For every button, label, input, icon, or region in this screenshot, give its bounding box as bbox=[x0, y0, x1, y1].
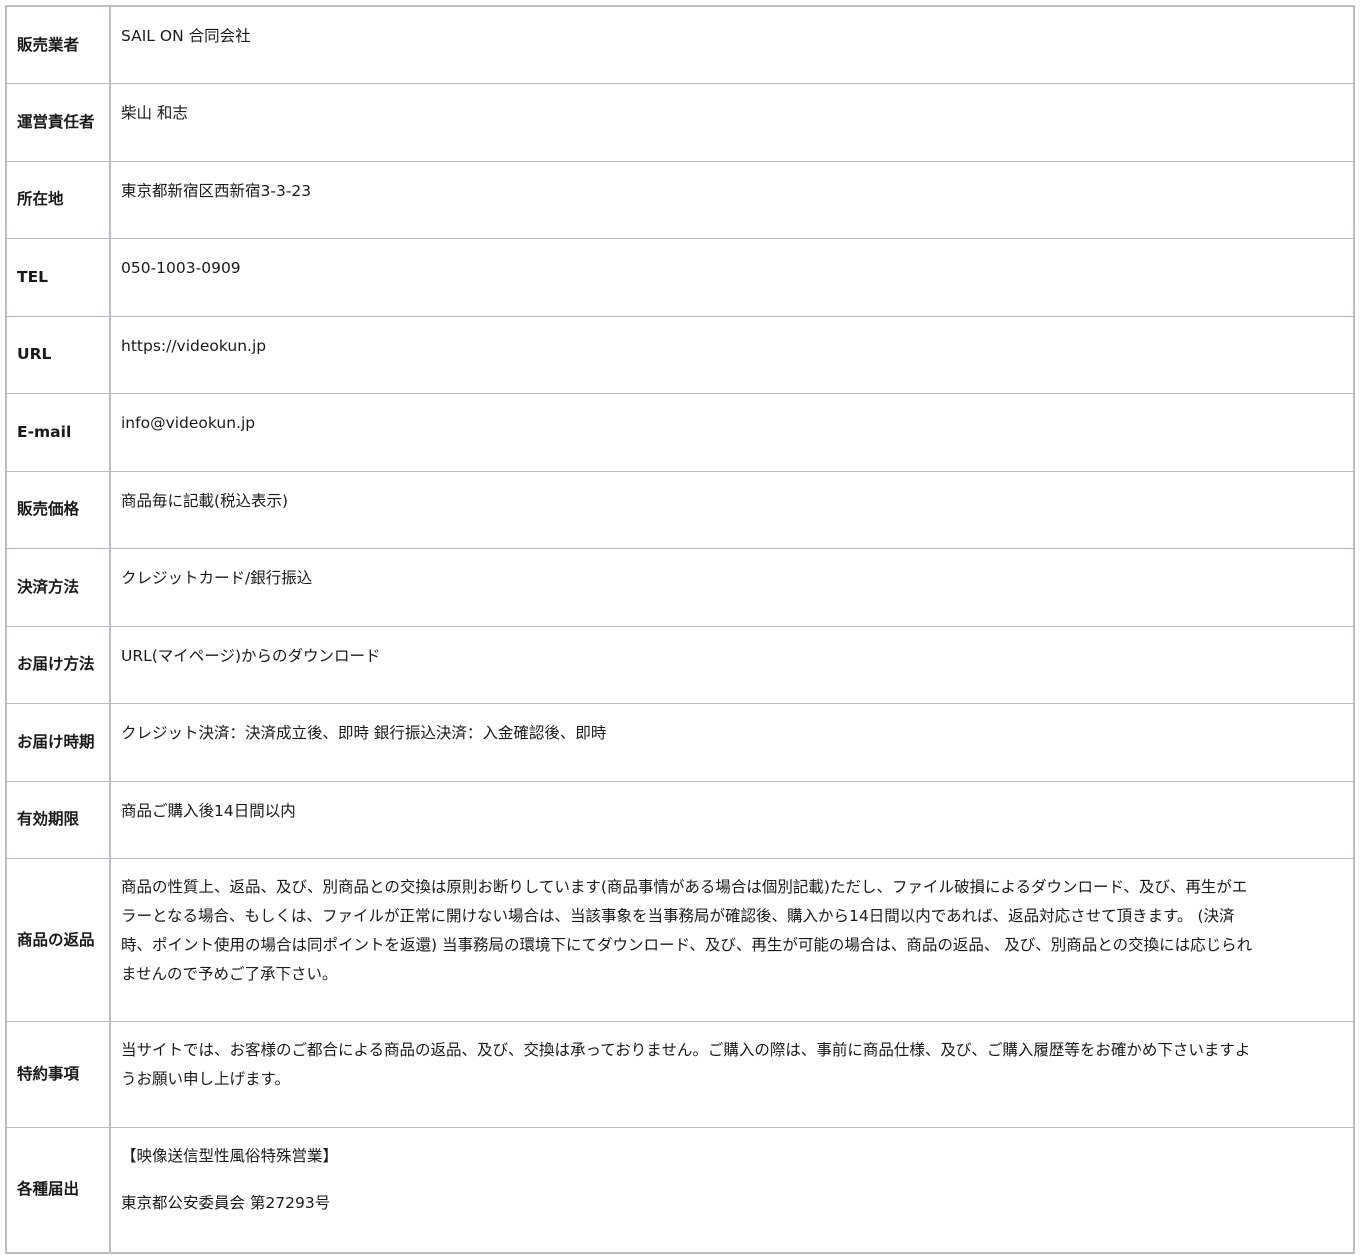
row-price: 販売価格 商品毎に記載(税込表示) bbox=[5, 470, 1355, 549]
row-value: info@videokun.jp bbox=[109, 393, 1355, 472]
row-label: E-mail bbox=[5, 393, 111, 472]
legal-notice-table: 販売業者 SAIL ON 合同会社 運営責任者 柴山 和志 所在地 東京都新宿区… bbox=[5, 5, 1355, 1254]
row-label: 有効期限 bbox=[5, 780, 111, 859]
row-value: クレジットカード/銀行振込 bbox=[109, 548, 1355, 627]
returns-line: ませんので予めご了承下さい。 bbox=[121, 965, 338, 983]
row-notifications: 各種届出 【映像送信型性風俗特殊営業】 東京都公安委員会 第27293号 bbox=[5, 1127, 1355, 1253]
row-label: 販売業者 bbox=[5, 5, 111, 84]
special-terms-line: うお願い申し上げます。 bbox=[121, 1070, 290, 1088]
row-value: 当サイトでは、お客様のご都合による商品の返品、及び、交換は承っておりません。ご購… bbox=[109, 1021, 1355, 1128]
row-returns: 商品の返品 商品の性質上、返品、及び、別商品との交換は原則お断りしています(商品… bbox=[5, 858, 1355, 1022]
row-label: 商品の返品 bbox=[5, 858, 111, 1022]
row-value: 商品ご購入後14日間以内 bbox=[109, 780, 1355, 859]
notification-category: 【映像送信型性風俗特殊営業】 bbox=[121, 1147, 339, 1165]
row-value: 050-1003-0909 bbox=[109, 238, 1355, 317]
row-delivery-method: お届け方法 URL(マイページ)からのダウンロード bbox=[5, 625, 1355, 704]
notification-registration: 東京都公安委員会 第27293号 bbox=[121, 1194, 331, 1212]
row-label: URL bbox=[5, 315, 111, 394]
row-value: https://videokun.jp bbox=[109, 315, 1355, 394]
row-delivery-time: お届け時期 クレジット決済：決済成立後、即時 銀行振込決済：入金確認後、即時 bbox=[5, 703, 1355, 782]
row-seller: 販売業者 SAIL ON 合同会社 bbox=[5, 5, 1355, 84]
row-label: 各種届出 bbox=[5, 1127, 111, 1253]
row-label: 販売価格 bbox=[5, 470, 111, 549]
row-value: 東京都新宿区西新宿3-3-23 bbox=[109, 160, 1355, 239]
row-address: 所在地 東京都新宿区西新宿3-3-23 bbox=[5, 160, 1355, 239]
row-validity: 有効期限 商品ご購入後14日間以内 bbox=[5, 780, 1355, 859]
row-value: 【映像送信型性風俗特殊営業】 東京都公安委員会 第27293号 bbox=[109, 1127, 1355, 1253]
row-payment: 決済方法 クレジットカード/銀行振込 bbox=[5, 548, 1355, 627]
row-label: 運営責任者 bbox=[5, 83, 111, 162]
row-value: SAIL ON 合同会社 bbox=[109, 5, 1355, 84]
row-label: 特約事項 bbox=[5, 1021, 111, 1128]
row-value: クレジット決済：決済成立後、即時 銀行振込決済：入金確認後、即時 bbox=[109, 703, 1355, 782]
special-terms-line: 当サイトでは、お客様のご都合による商品の返品、及び、交換は承っておりません。ご購… bbox=[121, 1041, 1251, 1059]
row-manager: 運営責任者 柴山 和志 bbox=[5, 83, 1355, 162]
row-value: 柴山 和志 bbox=[109, 83, 1355, 162]
row-label: 所在地 bbox=[5, 160, 111, 239]
returns-line: 商品の性質上、返品、及び、別商品との交換は原則お断りしています(商品事情がある場… bbox=[121, 878, 1248, 896]
returns-line: ラーとなる場合、もしくは、ファイルが正常に開けない場合は、当該事象を当事務局が確… bbox=[121, 907, 1235, 925]
row-label: 決済方法 bbox=[5, 548, 111, 627]
row-value: URL(マイページ)からのダウンロード bbox=[109, 625, 1355, 704]
row-tel: TEL 050-1003-0909 bbox=[5, 238, 1355, 317]
row-value: 商品毎に記載(税込表示) bbox=[109, 470, 1355, 549]
row-label: TEL bbox=[5, 238, 111, 317]
returns-line: 時、ポイント使用の場合は同ポイントを返還) 当事務局の環境下にてダウンロード、及… bbox=[121, 936, 1253, 954]
row-email: E-mail info@videokun.jp bbox=[5, 393, 1355, 472]
row-special-terms: 特約事項 当サイトでは、お客様のご都合による商品の返品、及び、交換は承っておりま… bbox=[5, 1021, 1355, 1128]
row-value: 商品の性質上、返品、及び、別商品との交換は原則お断りしています(商品事情がある場… bbox=[109, 858, 1355, 1022]
row-label: お届け方法 bbox=[5, 625, 111, 704]
row-label: お届け時期 bbox=[5, 703, 111, 782]
row-url: URL https://videokun.jp bbox=[5, 315, 1355, 394]
